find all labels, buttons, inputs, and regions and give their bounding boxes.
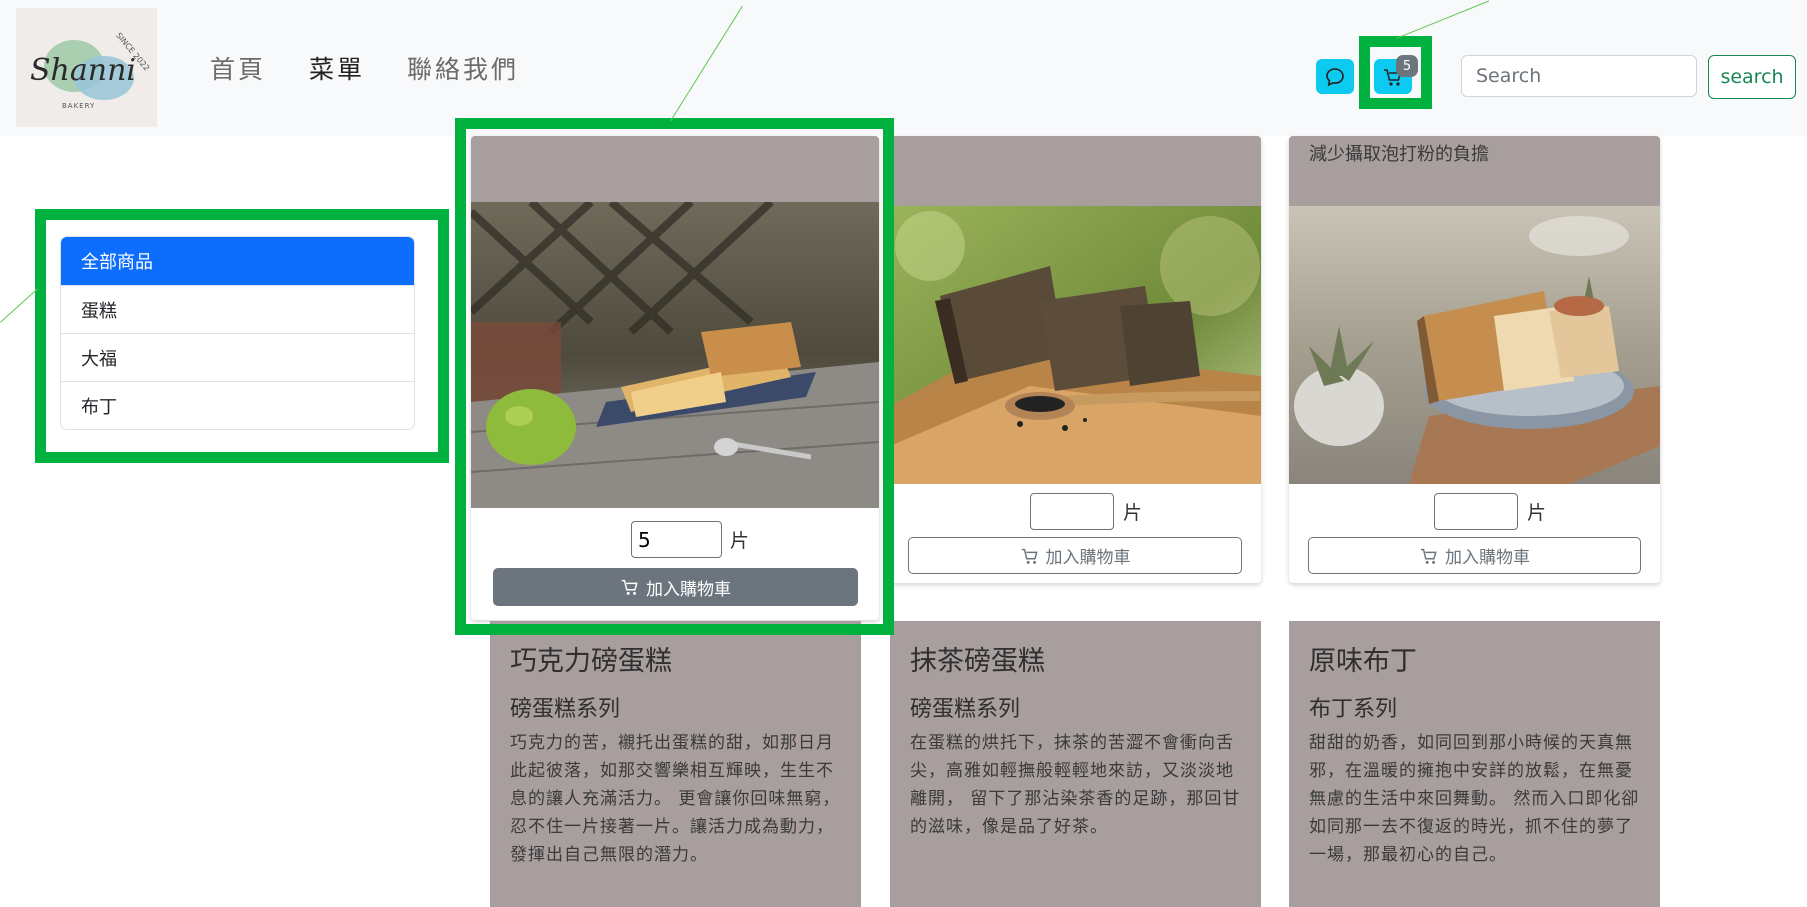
matcha-pound-cake-photo xyxy=(890,206,1261,484)
highlight-box-product-card xyxy=(455,118,894,635)
cart-icon xyxy=(1021,548,1038,564)
product-card: 減少攝取泡打粉的負擔 片 加入購物車 xyxy=(1289,136,1660,583)
chat-button[interactable] xyxy=(1316,59,1354,94)
product-series: 磅蛋糕系列 xyxy=(910,697,1021,722)
plain-pound-cake-photo xyxy=(1289,206,1660,484)
add-to-cart-button[interactable]: 加入購物車 xyxy=(1308,537,1641,574)
search-button[interactable]: search xyxy=(1708,55,1796,99)
quantity-unit: 片 xyxy=(1123,502,1143,524)
product-title: 原味布丁 xyxy=(1309,646,1417,677)
product-description-card: 原味布丁 布丁系列 甜甜的奶香，如同回到那小時候的天真無邪，在溫暖的擁抱中安詳的… xyxy=(1289,621,1660,907)
quantity-input[interactable] xyxy=(1030,493,1114,530)
product-series: 布丁系列 xyxy=(1309,697,1398,722)
product-description-card: 抹茶磅蛋糕 磅蛋糕系列 在蛋糕的烘托下，抹茶的苦澀不會衝向舌尖，高雅如輕撫般輕輕… xyxy=(890,621,1261,907)
card-header-text: 減少攝取泡打粉的負擔 xyxy=(1309,144,1489,165)
search-input[interactable] xyxy=(1461,55,1697,97)
product-title: 抹茶磅蛋糕 xyxy=(910,646,1045,677)
brand-logo[interactable]: Shanni SINCE 2022 BAKERY xyxy=(16,8,157,127)
card-header xyxy=(890,136,1261,206)
brand-sub: BAKERY xyxy=(62,102,95,110)
product-description: 在蛋糕的烘托下，抹茶的苦澀不會衝向舌尖，高雅如輕撫般輕輕地來訪，又淡淡地離開， … xyxy=(910,733,1241,837)
annotation-pointer-line xyxy=(0,288,38,323)
navbar: Shanni SINCE 2022 BAKERY 首頁 菜單 聯絡我們 5 se… xyxy=(0,0,1807,136)
product-description-card: 巧克力磅蛋糕 磅蛋糕系列 巧克力的苦，襯托出蛋糕的甜，如那日月此起彼落，如那交響… xyxy=(490,621,861,907)
add-to-cart-label: 加入購物車 xyxy=(1045,548,1131,568)
highlight-box-cart-button xyxy=(1359,36,1432,109)
cart-icon xyxy=(1420,548,1437,564)
quantity-input[interactable] xyxy=(1434,493,1518,530)
nav-link-contact[interactable]: 聯絡我們 xyxy=(407,50,519,86)
nav-link-home[interactable]: 首頁 xyxy=(210,50,266,86)
highlight-box-category-list xyxy=(35,209,449,463)
card-header: 減少攝取泡打粉的負擔 xyxy=(1289,136,1660,206)
product-series: 磅蛋糕系列 xyxy=(510,697,621,722)
brand-script: Shanni xyxy=(30,53,136,88)
product-description: 甜甜的奶香，如同回到那小時候的天真無邪，在溫暖的擁抱中安詳的放鬆，在無憂無慮的生… xyxy=(1309,733,1640,865)
quantity-unit: 片 xyxy=(1527,502,1547,524)
product-description: 巧克力的苦，襯托出蛋糕的甜，如那日月此起彼落，如那交響樂相互輝映，生生不息的讓人… xyxy=(510,733,841,865)
product-title: 巧克力磅蛋糕 xyxy=(510,646,672,677)
chat-icon xyxy=(1326,67,1344,86)
add-to-cart-label: 加入購物車 xyxy=(1445,548,1530,568)
product-card: 片 加入購物車 xyxy=(890,136,1261,583)
add-to-cart-button[interactable]: 加入購物車 xyxy=(908,537,1242,574)
nav-link-menu[interactable]: 菜單 xyxy=(309,50,365,86)
